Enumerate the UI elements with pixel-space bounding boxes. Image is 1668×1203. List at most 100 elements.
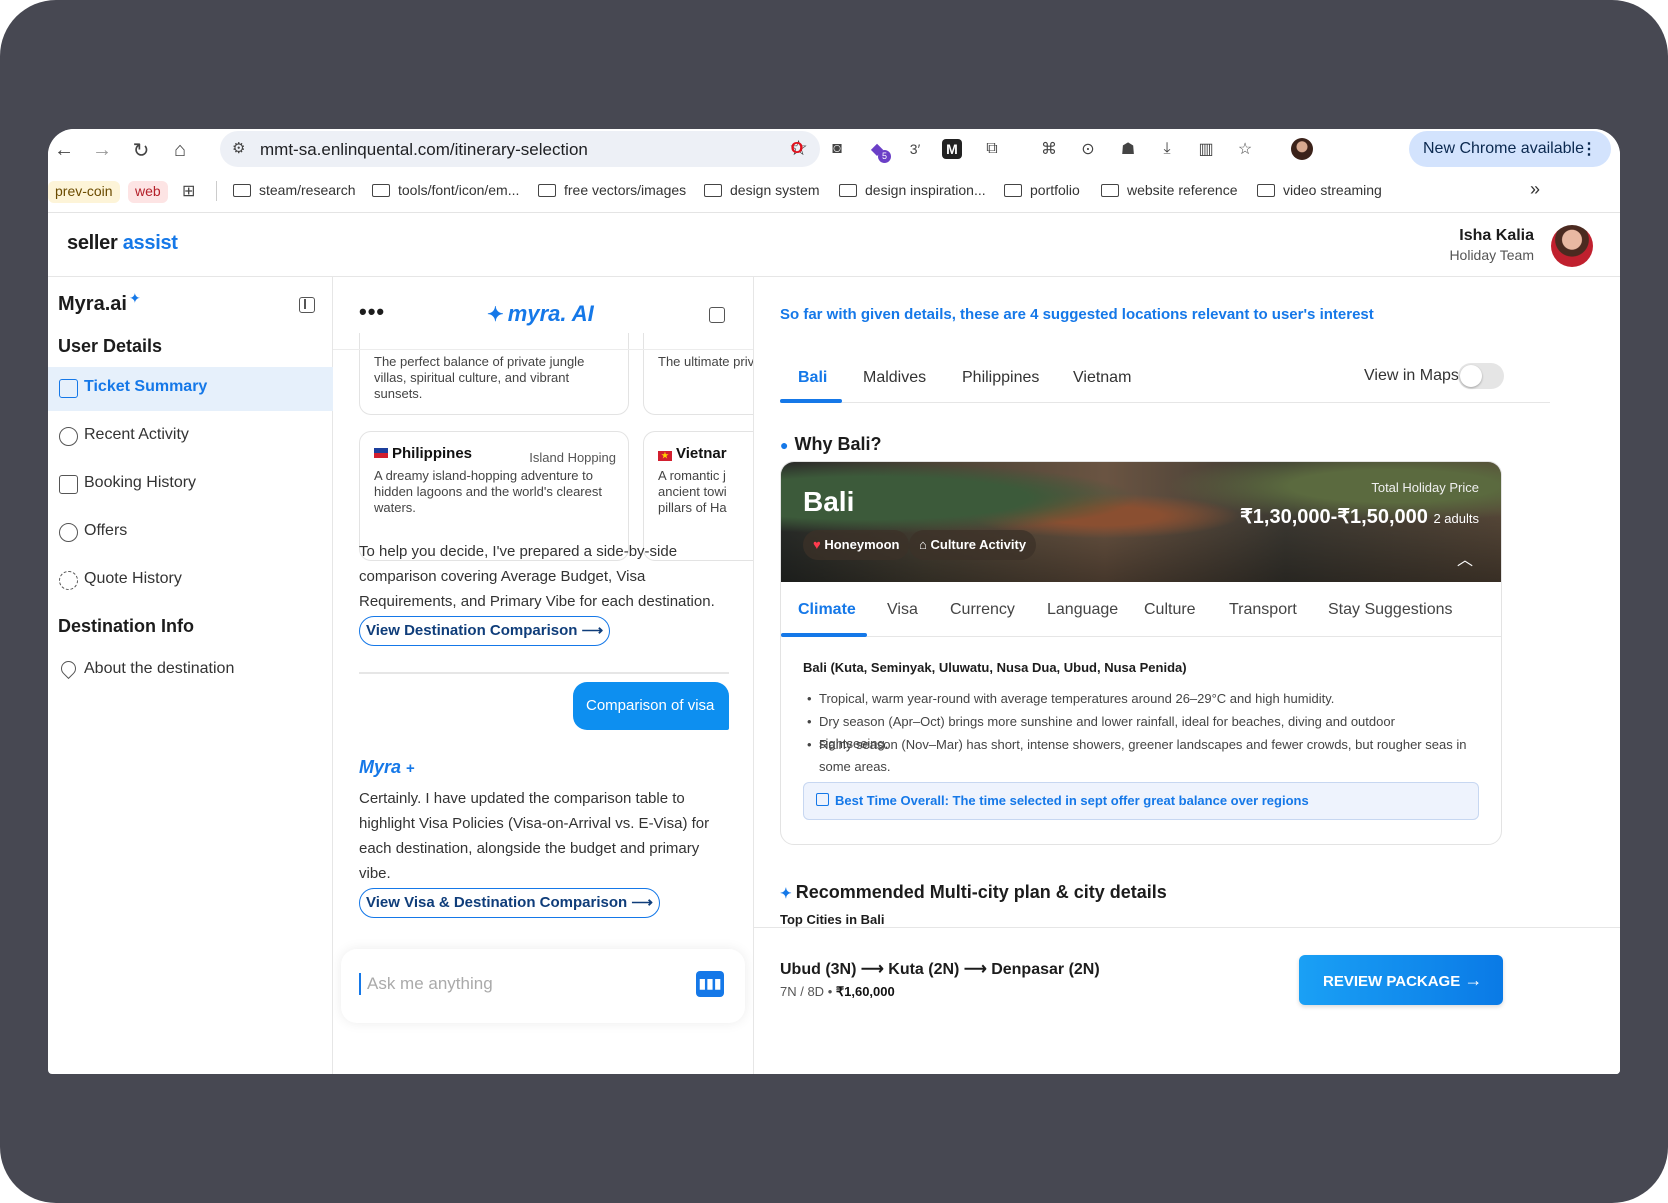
view-destination-comparison-button[interactable]: View Destination Comparison ⟶ <box>359 616 611 646</box>
bookmark-folder[interactable]: video streaming <box>1257 182 1382 198</box>
tab-maldives[interactable]: Maldives <box>863 369 926 387</box>
profile-avatar-icon[interactable] <box>1291 138 1313 160</box>
suggestions-headline: So far with given details, these are 4 s… <box>780 306 1374 323</box>
back-icon[interactable]: ← <box>51 137 77 163</box>
tab-culture[interactable]: Culture <box>1144 601 1196 619</box>
region-heading: Bali (Kuta, Seminyak, Uluwatu, Nusa Dua,… <box>803 660 1187 675</box>
forward-icon[interactable]: → <box>89 137 115 163</box>
destination-hero-image: Bali ♥ Honeymoon ⌂ Culture Activity Tota… <box>781 462 1501 582</box>
chat-input-box[interactable]: Ask me anything ▮▮▮ <box>341 949 745 1023</box>
more-options-icon[interactable]: ••• <box>359 299 385 325</box>
folder-icon <box>1004 184 1022 197</box>
climate-bullet: Rainy season (Nov–Mar) has short, intens… <box>807 734 1467 778</box>
user-name: Isha Kalia <box>1459 227 1534 244</box>
site-settings-icon[interactable]: ⚙ <box>232 139 245 157</box>
sidebar: Myra.ai ✦ User Details Ticket Summary Re… <box>48 277 333 1074</box>
app-header: seller assist Isha Kalia Holiday Team <box>48 213 1620 277</box>
user-message-bubble: Comparison of visa <box>573 682 729 730</box>
route-summary: Ubud (3N) ⟶ Kuta (2N) ⟶ Denpasar (2N) <box>780 961 1100 978</box>
screenshot-icon[interactable]: ⊙ <box>1074 135 1102 163</box>
chat-input-placeholder: Ask me anything <box>367 974 493 993</box>
bookmark-folder[interactable]: website reference <box>1101 182 1238 198</box>
extension-badge-icon[interactable]: ◆ 5 <box>863 135 891 163</box>
sidebar-item-quote-history[interactable]: Quote History <box>48 559 333 603</box>
bookmark-folder[interactable]: portfolio <box>1004 182 1080 198</box>
folder-icon <box>538 184 556 197</box>
bookmark-folder[interactable]: steam/research <box>233 182 355 198</box>
collapse-panel-icon[interactable] <box>709 307 725 323</box>
package-footer: Ubud (3N) ⟶ Kuta (2N) ⟶ Denpasar (2N) 7N… <box>754 927 1620 1074</box>
more-bookmarks-icon[interactable]: » <box>1530 179 1540 200</box>
tab-visa[interactable]: Visa <box>887 601 918 619</box>
calendar-icon <box>816 793 829 806</box>
new-chrome-button[interactable]: New Chrome available ⋮ <box>1409 131 1611 167</box>
tab-stay-suggestions[interactable]: Stay Suggestions <box>1328 601 1453 619</box>
destination-card[interactable]: The ultimate private over lagoons. <box>643 333 753 415</box>
address-bar[interactable]: ⚙ mmt-sa.enlinquental.com/itinerary-sele… <box>220 131 820 167</box>
why-heading: ● Why Bali? <box>780 434 882 454</box>
sidebar-item-ticket-summary[interactable]: Ticket Summary <box>48 367 333 411</box>
tab-transport[interactable]: Transport <box>1229 601 1297 619</box>
menu-dots-icon[interactable]: ⋮ <box>1581 139 1597 159</box>
detail-tabs: Climate Visa Currency Language Culture T… <box>781 582 1501 637</box>
sidebar-item-booking-history[interactable]: Booking History <box>48 463 333 507</box>
best-time-callout: Best Time Overall: The time selected in … <box>803 782 1479 820</box>
myra-label: Myra + <box>359 757 415 777</box>
destination-name: Bali <box>803 486 855 517</box>
bookmark-chip-prev-coin[interactable]: prev-coin <box>48 181 120 203</box>
sidebar-item-about-destination[interactable]: About the destination <box>48 649 333 693</box>
opera-icon[interactable]: O <box>783 135 811 163</box>
view-in-maps-toggle[interactable] <box>1458 363 1504 389</box>
folder-icon <box>1101 184 1119 197</box>
section-user-details: User Details <box>58 336 163 356</box>
incognito-icon[interactable]: ☗ <box>1114 135 1142 163</box>
bookmark-folder[interactable]: design inspiration... <box>839 182 986 198</box>
translate-icon[interactable]: ⌘ <box>1035 135 1063 163</box>
bookmark-folder[interactable]: free vectors/images <box>538 182 686 198</box>
calendar-icon <box>59 475 78 494</box>
folder-icon <box>839 184 857 197</box>
culture-activity-tag: ⌂ Culture Activity <box>909 530 1037 560</box>
clock-icon <box>59 571 78 590</box>
tab-climate[interactable]: Climate <box>798 601 856 619</box>
bookmarks-bar: prev-coin web ⊞ steam/research tools/fon… <box>48 171 1620 213</box>
app-logo[interactable]: seller assist <box>67 232 178 255</box>
active-tab-indicator <box>780 399 842 403</box>
chat-header-divider <box>333 349 753 350</box>
avatar[interactable] <box>1551 225 1593 267</box>
medium-icon[interactable]: M <box>942 139 962 159</box>
destination-card[interactable]: The perfect balance of private jungle vi… <box>359 333 629 415</box>
bookmark-folder[interactable]: tools/font/icon/em... <box>372 182 519 198</box>
home-icon[interactable]: ⌂ <box>167 137 193 163</box>
camera-icon[interactable]: ◙ <box>823 135 851 163</box>
sidebar-title: Myra.ai <box>58 293 127 315</box>
sidebar-item-offers[interactable]: Offers <box>48 511 333 555</box>
reload-icon[interactable]: ↻ <box>128 137 154 163</box>
tab-bali[interactable]: Bali <box>798 369 827 387</box>
collapse-sidebar-icon[interactable] <box>299 297 315 313</box>
favorites-icon[interactable]: ☆ <box>1231 135 1259 163</box>
bookmark-chip-web[interactable]: web <box>128 181 168 203</box>
bookmark-separator <box>216 181 217 201</box>
url-text: mmt-sa.enlinquental.com/itinerary-select… <box>260 140 588 159</box>
review-package-button[interactable]: REVIEW PACKAGE → <box>1299 955 1503 1005</box>
chevron-up-icon[interactable]: ︿ <box>1457 546 1473 570</box>
tab-language[interactable]: Language <box>1047 601 1118 619</box>
sidebar-item-recent-activity[interactable]: Recent Activity <box>48 415 333 459</box>
location-pin-icon: ● <box>780 437 789 453</box>
download-icon[interactable]: ⤓ <box>1153 135 1181 163</box>
folder-icon <box>704 184 722 197</box>
tab-vietnam[interactable]: Vietnam <box>1073 369 1131 387</box>
view-visa-comparison-button[interactable]: View Visa & Destination Comparison ⟶ <box>359 888 660 918</box>
sparkle-icon: + <box>406 760 415 777</box>
tab-currency[interactable]: Currency <box>950 601 1015 619</box>
puzzle-icon[interactable]: ⧉ <box>978 135 1006 163</box>
trash-icon[interactable]: ▥ <box>1192 135 1220 163</box>
bookmark-folder[interactable]: design system <box>704 182 819 198</box>
climate-bullet: Tropical, warm year-round with average t… <box>807 688 1467 710</box>
ticket-icon <box>59 379 78 398</box>
apps-grid-icon[interactable]: ⊞ <box>182 181 195 201</box>
timer-extension-icon[interactable]: 3′ <box>901 135 929 163</box>
voice-input-icon[interactable]: ▮▮▮ <box>696 971 724 997</box>
tab-philippines[interactable]: Philippines <box>962 369 1039 387</box>
